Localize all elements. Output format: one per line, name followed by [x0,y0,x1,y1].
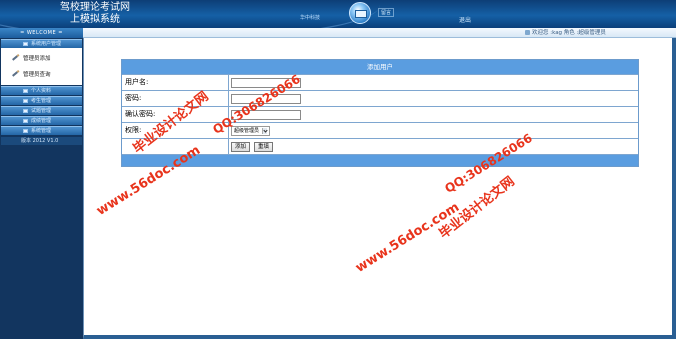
sidebar-item-label: 管理员添加 [23,56,51,62]
add-button[interactable]: 添加 [231,141,251,152]
sidebar-item-add-admin[interactable]: 管理员添加 [1,51,82,67]
sidebar-menu-examinee[interactable]: 考生管理 [1,96,82,105]
sidebar-menu-label: 系统管理 [31,128,52,134]
sidebar-menu-profile[interactable]: 个人资料 [1,86,82,95]
sidebar-menu-label: 系统用户管理 [31,41,62,47]
welcome-label: = WELCOME = [0,28,83,38]
sidebar-menu-scores[interactable]: 成绩管理 [1,116,82,125]
sidebar-menu-label: 成绩管理 [31,118,52,124]
folder-icon [23,42,28,46]
sidebar-menu-label: 个人资料 [31,88,52,94]
permission-select[interactable]: 超级管理员 [231,125,271,136]
welcome-bar: = WELCOME = 欢迎您 :kag 角色 :超级管理员 [0,28,676,38]
sidebar: 系统用户管理 管理员添加 管理员查询 个人资料 考生管理 试题管理 成绩管理 系… [0,38,83,339]
logout-link[interactable]: 退出 [459,15,471,24]
sidebar-menu-label: 考生管理 [31,98,52,104]
form-row-permission: 权限: 超级管理员 [122,122,638,138]
username-label: 用户名: [122,75,229,90]
version-label: 版本 2012 V1.0 [1,137,82,145]
permission-selected: 超级管理员 [234,127,260,134]
main-panel: 添加用户 用户名: 密码: 确认密码: 权限: 超级管理员 添加 重填 [83,38,676,339]
header-link[interactable]: 华中科技 [300,14,320,21]
pencil-icon [12,71,18,77]
chevron-down-icon [262,127,268,134]
sidebar-menu-questions[interactable]: 试题管理 [1,106,82,115]
folder-icon [23,89,28,93]
folder-icon [23,99,28,103]
site-title-line2: 上模拟系统 [70,14,120,25]
site-title: 驾校理论考试网 上模拟系统 [50,2,140,26]
user-icon [525,30,530,35]
site-title-line1: 驾校理论考试网 [60,2,130,13]
top-banner: 驾校理论考试网 上模拟系统 华中科技 留言 退出 [0,0,676,28]
sidebar-item-label: 管理员查询 [23,72,51,78]
user-info: 欢迎您 :kag 角色 :超级管理员 [525,29,606,37]
mail-icon[interactable] [349,2,371,24]
folder-icon [23,109,28,113]
sidebar-menu-system[interactable]: 系统管理 [1,126,82,135]
folder-icon [23,129,28,133]
pencil-icon [12,55,18,61]
form-title: 添加用户 [122,60,638,74]
sidebar-item-query-admin[interactable]: 管理员查询 [1,67,82,83]
folder-icon [23,119,28,123]
user-info-text: 欢迎您 :kag 角色 :超级管理员 [532,30,606,36]
reset-button[interactable]: 重填 [254,141,274,152]
sidebar-menu-user-management[interactable]: 系统用户管理 [1,39,82,48]
message-link[interactable]: 留言 [378,8,395,17]
sidebar-menu-label: 试题管理 [31,108,52,114]
sidebar-submenu: 管理员添加 管理员查询 [1,48,82,85]
